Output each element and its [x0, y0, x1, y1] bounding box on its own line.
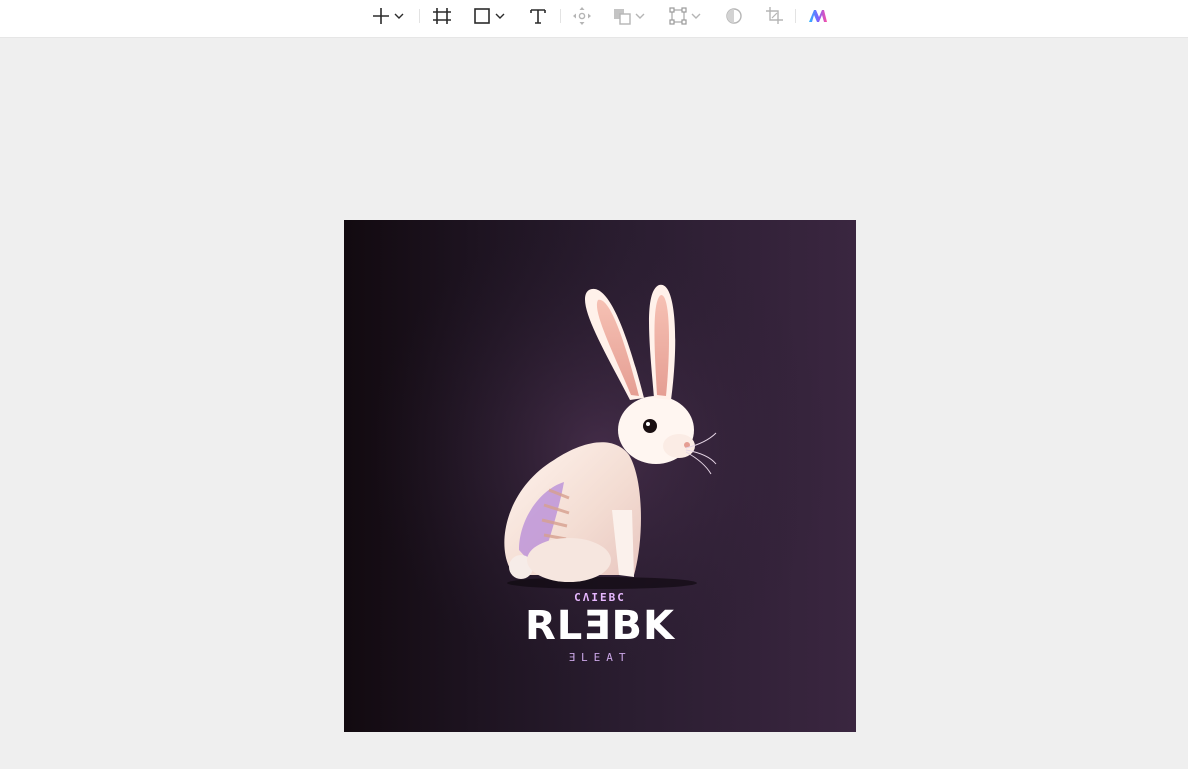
canvas-image[interactable]: CΛIEBC RLƎBK ƎLEAT	[344, 220, 856, 732]
shape-tool-button[interactable]	[471, 3, 507, 29]
boolean-union-icon	[611, 3, 633, 29]
chevron-down-icon[interactable]	[689, 3, 703, 29]
crop-icon	[763, 3, 785, 29]
component-tool-button[interactable]	[667, 3, 703, 29]
add-tool-button[interactable]	[370, 3, 406, 29]
crop-tool-button[interactable]	[763, 3, 785, 29]
mask-tool-button[interactable]	[723, 3, 745, 29]
ai-logo-icon	[807, 3, 829, 29]
rectangle-icon	[471, 3, 493, 29]
frame-icon	[431, 3, 453, 29]
artwork-title-text: RLƎBK	[524, 603, 676, 649]
chevron-down-icon[interactable]	[392, 3, 406, 29]
toolbar-divider	[419, 9, 420, 23]
chevron-down-icon[interactable]	[633, 3, 647, 29]
boolean-tool-button[interactable]	[611, 3, 647, 29]
frame-tool-button[interactable]	[431, 3, 453, 29]
toolbar-divider	[560, 9, 561, 23]
toolbar-divider	[795, 9, 796, 23]
chevron-down-icon[interactable]	[493, 3, 507, 29]
plus-icon	[370, 3, 392, 29]
mask-circle-icon	[723, 3, 745, 29]
text-tool-button[interactable]	[527, 3, 549, 29]
top-toolbar	[0, 0, 1188, 38]
component-icon	[667, 3, 689, 29]
ai-tool-button[interactable]	[807, 3, 829, 29]
move-icon	[571, 3, 593, 29]
move-tool-button[interactable]	[571, 3, 593, 29]
text-icon	[527, 3, 549, 29]
artwork-sub-text: ƎLEAT	[568, 651, 632, 664]
